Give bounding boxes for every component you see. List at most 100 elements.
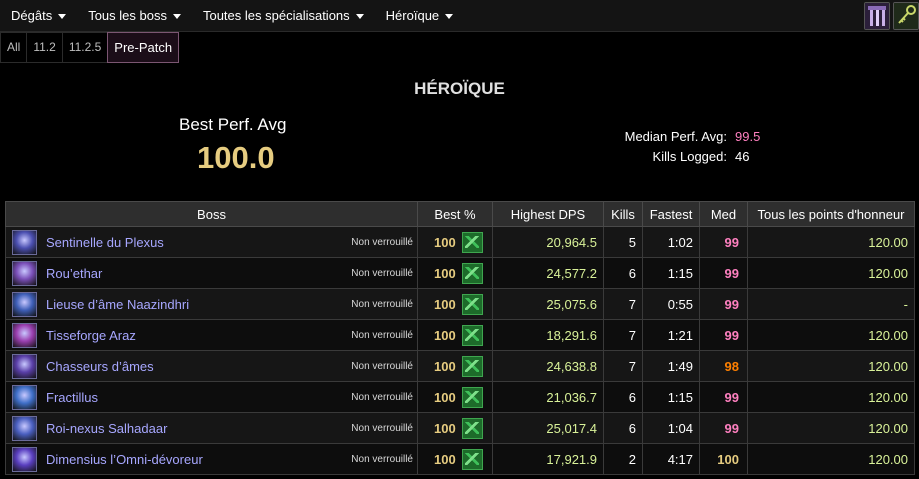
key-icon[interactable] xyxy=(893,2,919,30)
col-header-fastest[interactable]: Fastest xyxy=(642,201,700,227)
col-header-best[interactable]: Best % xyxy=(417,201,493,227)
tab-11-2[interactable]: 11.2 xyxy=(26,32,63,63)
rank-chart-icon[interactable] xyxy=(462,448,483,470)
fastest-value: 0:55 xyxy=(642,288,700,320)
boss-portrait-icon[interactable] xyxy=(12,229,37,255)
boss-portrait-icon[interactable] xyxy=(12,353,37,379)
lock-status: Non verrouillé xyxy=(351,360,413,372)
boss-portrait-icon[interactable] xyxy=(12,415,37,441)
best-perf-value: 100.0 xyxy=(197,140,275,175)
honor-points-value: 120.00 xyxy=(747,381,915,413)
boss-portrait-icon[interactable] xyxy=(12,260,37,286)
best-percent-value: 100 xyxy=(434,451,456,467)
boss-name-link[interactable]: Fractillus xyxy=(46,390,351,405)
kills-value: 6 xyxy=(603,381,643,413)
col-header-dps[interactable]: Highest DPS xyxy=(492,201,604,227)
best-perf-label: Best Perf. Avg xyxy=(179,115,287,134)
boss-name-link[interactable]: Sentinelle du Plexus xyxy=(46,235,351,250)
kills-value: 5 xyxy=(603,226,643,258)
fastest-value: 1:21 xyxy=(642,319,700,351)
fastest-value: 1:02 xyxy=(642,226,700,258)
best-cell: 100 xyxy=(417,226,493,258)
boss-cell-inner: Roi-nexus Salhadaar Non verrouillé xyxy=(6,413,417,443)
best-cell: 100 xyxy=(417,257,493,289)
median-value: 99 xyxy=(699,319,748,351)
difficulty-dropdown[interactable]: Héroïque xyxy=(375,0,464,31)
boss-portrait-icon[interactable] xyxy=(12,446,37,472)
highest-dps-value: 21,036.7 xyxy=(492,381,604,413)
rank-chart-icon[interactable] xyxy=(462,324,483,346)
fastest-value: 1:15 xyxy=(642,257,700,289)
median-value: 99 xyxy=(699,288,748,320)
kills-value: 2 xyxy=(603,443,643,475)
kills-value: 7 xyxy=(603,350,643,382)
col-header-points[interactable]: Tous les points d'honneur xyxy=(747,201,915,227)
best-cell-inner: 100 xyxy=(418,444,492,474)
median-value: 99 xyxy=(699,381,748,413)
median-perf-row: Median Perf. Avg: 99.5 xyxy=(620,129,761,144)
boss-cell: Roi-nexus Salhadaar Non verrouillé xyxy=(5,412,418,444)
rank-chart-icon[interactable] xyxy=(462,262,483,284)
rank-chart-icon[interactable] xyxy=(462,417,483,439)
boss-portrait-icon[interactable] xyxy=(12,384,37,410)
col-header-med[interactable]: Med xyxy=(699,201,748,227)
fastest-value: 4:17 xyxy=(642,443,700,475)
rank-chart-icon[interactable] xyxy=(462,293,483,315)
col-header-kills[interactable]: Kills xyxy=(603,201,643,227)
table-row: Tisseforge Araz Non verrouillé 100 18,291.6… xyxy=(5,319,915,351)
boss-name-link[interactable]: Dimensius l’Omni-dévoreur xyxy=(46,452,351,467)
tab-11-2-5[interactable]: 11.2.5 xyxy=(61,32,109,63)
boss-name-link[interactable]: Chasseurs d’âmes xyxy=(46,359,351,374)
best-cell-inner: 100 xyxy=(418,351,492,381)
boss-cell-inner: Dimensius l’Omni-dévoreur Non verrouillé xyxy=(6,444,417,474)
honor-points-value: 120.00 xyxy=(747,226,915,258)
boss-name-link[interactable]: Roi-nexus Salhadaar xyxy=(46,421,351,436)
spec-dropdown-label: Toutes les spécialisations xyxy=(202,8,350,23)
median-value: 100 xyxy=(699,443,748,475)
boss-table-wrap: Boss Best % Highest DPS Kills Fastest Me… xyxy=(5,201,915,475)
fastest-value: 1:04 xyxy=(642,412,700,444)
tab-all[interactable]: All xyxy=(0,32,28,63)
boss-cell: Tisseforge Araz Non verrouillé xyxy=(5,319,418,351)
table-row: Rou’ethar Non verrouillé 100 24,577.2 6 1:15 9… xyxy=(5,257,915,289)
fastest-value: 1:49 xyxy=(642,350,700,382)
best-percent-value: 100 xyxy=(434,234,456,250)
col-header-boss[interactable]: Boss xyxy=(5,201,418,227)
metric-dropdown[interactable]: Dégâts xyxy=(0,0,77,31)
boss-dropdown[interactable]: Tous les boss xyxy=(77,0,192,31)
lock-status: Non verrouillé xyxy=(351,236,413,248)
kills-value: 6 xyxy=(603,412,643,444)
kills-logged-value: 46 xyxy=(735,149,750,164)
tab-pre-patch[interactable]: Pre-Patch xyxy=(107,32,180,63)
boss-name-link[interactable]: Tisseforge Araz xyxy=(46,328,351,343)
boss-cell: Dimensius l’Omni-dévoreur Non verrouillé xyxy=(5,443,418,475)
boss-cell: Rou’ethar Non verrouillé xyxy=(5,257,418,289)
best-cell: 100 xyxy=(417,350,493,382)
boss-portrait-icon[interactable] xyxy=(12,291,37,317)
spec-dropdown[interactable]: Toutes les spécialisations xyxy=(192,0,375,31)
best-cell-inner: 100 xyxy=(418,413,492,443)
best-cell-inner: 100 xyxy=(418,320,492,350)
guild-banner-icon[interactable] xyxy=(864,2,890,30)
table-row: Chasseurs d’âmes Non verrouillé 100 24,638.… xyxy=(5,350,915,382)
boss-name-link[interactable]: Rou’ethar xyxy=(46,266,351,281)
highest-dps-value: 24,577.2 xyxy=(492,257,604,289)
boss-cell: Lieuse d’âme Naazindhri Non verrouillé xyxy=(5,288,418,320)
boss-table: Boss Best % Highest DPS Kills Fastest Me… xyxy=(5,201,915,475)
best-cell-inner: 100 xyxy=(418,289,492,319)
best-percent-value: 100 xyxy=(434,358,456,374)
median-value: 99 xyxy=(699,412,748,444)
kills-value: 7 xyxy=(603,288,643,320)
best-cell-inner: 100 xyxy=(418,227,492,257)
honor-points-value: 120.00 xyxy=(747,257,915,289)
boss-portrait-icon[interactable] xyxy=(12,322,37,348)
rank-chart-icon[interactable] xyxy=(462,386,483,408)
rank-chart-icon[interactable] xyxy=(462,355,483,377)
rank-chart-icon[interactable] xyxy=(462,231,483,253)
honor-points-value: 120.00 xyxy=(747,443,915,475)
boss-name-link[interactable]: Lieuse d’âme Naazindhri xyxy=(46,297,351,312)
table-row: Lieuse d’âme Naazindhri Non verrouillé 100… xyxy=(5,288,915,320)
best-cell: 100 xyxy=(417,288,493,320)
table-header-row: Boss Best % Highest DPS Kills Fastest Me… xyxy=(5,201,915,227)
lock-status: Non verrouillé xyxy=(351,298,413,310)
